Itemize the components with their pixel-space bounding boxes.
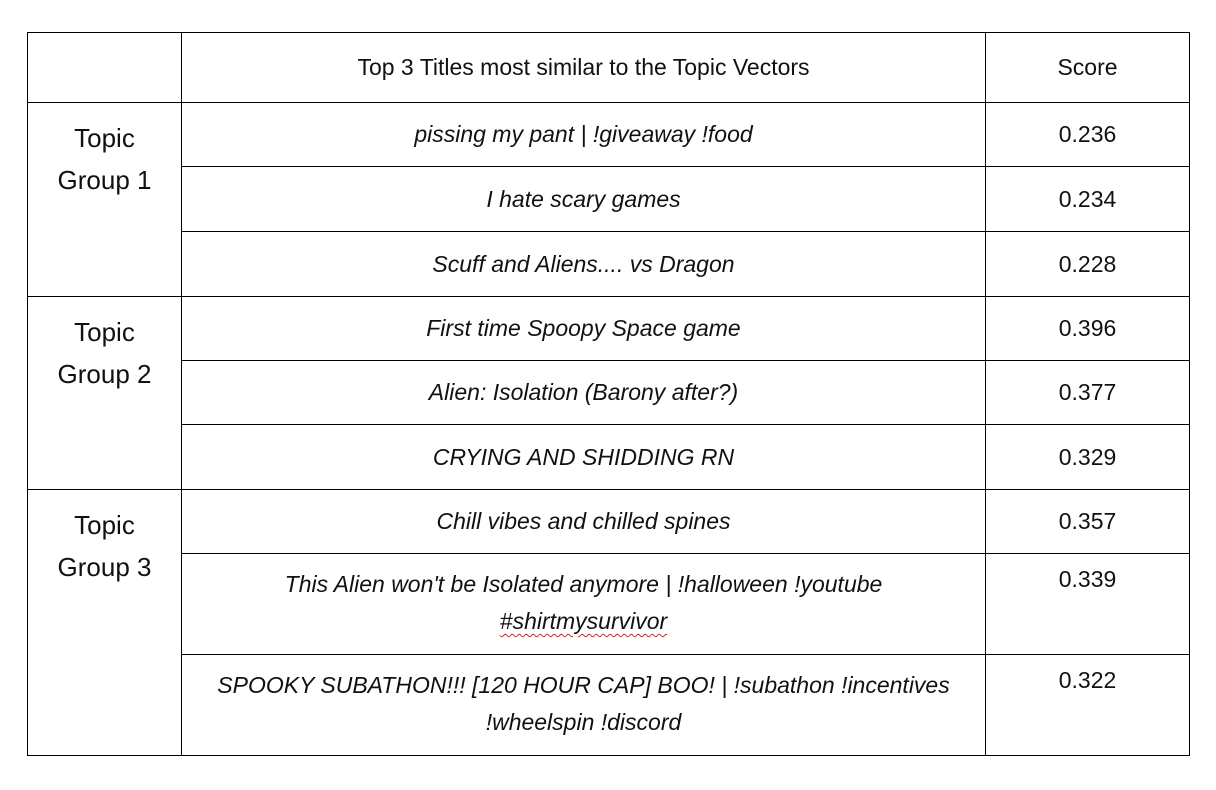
title-cell: CRYING AND SHIDDING RN: [181, 424, 986, 490]
score-cell: 0.339: [985, 553, 1190, 655]
table-row: Topic Group 1 pissing my pant | !giveawa…: [27, 102, 1190, 297]
table-row: CRYING AND SHIDDING RN 0.329: [28, 424, 1190, 490]
score-cell: 0.236: [985, 102, 1190, 167]
score-cell: 0.228: [985, 231, 1190, 297]
table-row: I hate scary games 0.234: [28, 166, 1190, 232]
topic-group-2-label: Topic Group 2: [27, 296, 182, 490]
group-label-line1: Topic: [74, 123, 135, 153]
table-row: Alien: Isolation (Barony after?) 0.377: [28, 360, 1190, 425]
header-title-cell: Top 3 Titles most similar to the Topic V…: [181, 32, 986, 103]
score-cell: 0.234: [985, 166, 1190, 232]
title-line1: This Alien won't be Isolated anymore | !…: [284, 571, 883, 597]
score-cell: 0.357: [985, 489, 1190, 554]
header-score-cell: Score: [985, 32, 1190, 103]
score-cell: 0.322: [985, 654, 1190, 756]
topic-group-3-label: Topic Group 3: [27, 489, 182, 756]
group-label-line2: Group 3: [57, 552, 152, 582]
score-cell: 0.377: [985, 360, 1190, 425]
title-cell: SPOOKY SUBATHON!!! [120 HOUR CAP] BOO! |…: [181, 654, 986, 756]
header-row: Top 3 Titles most similar to the Topic V…: [27, 32, 1190, 103]
title-line2: #shirtmysurvivor: [499, 608, 668, 634]
title-cell: I hate scary games: [181, 166, 986, 232]
table-row: Topic Group 3 Chill vibes and chilled sp…: [27, 489, 1190, 756]
group-label-line2: Group 1: [57, 165, 152, 195]
title-cell: pissing my pant | !giveaway !food: [181, 102, 986, 167]
score-cell: 0.396: [985, 296, 1190, 361]
table-row: Scuff and Aliens.... vs Dragon 0.228: [28, 231, 1190, 297]
table-row: This Alien won't be Isolated anymore | !…: [28, 553, 1190, 655]
title-cell: Alien: Isolation (Barony after?): [181, 360, 986, 425]
group-label-line2: Group 2: [57, 359, 152, 389]
table-row: Topic Group 2 First time Spoopy Space ga…: [27, 296, 1190, 490]
title-cell: First time Spoopy Space game: [181, 296, 986, 361]
title-cell: Scuff and Aliens.... vs Dragon: [181, 231, 986, 297]
title-line2: !wheelspin !discord: [485, 709, 682, 735]
group-label-line1: Topic: [74, 510, 135, 540]
table-row: SPOOKY SUBATHON!!! [120 HOUR CAP] BOO! |…: [28, 654, 1190, 756]
topic-titles-table: Top 3 Titles most similar to the Topic V…: [27, 32, 1190, 756]
score-cell: 0.329: [985, 424, 1190, 490]
title-cell: This Alien won't be Isolated anymore | !…: [181, 553, 986, 655]
topic-group-1-label: Topic Group 1: [27, 102, 182, 297]
title-cell: Chill vibes and chilled spines: [181, 489, 986, 554]
header-group-cell: [27, 32, 182, 103]
title-line1: SPOOKY SUBATHON!!! [120 HOUR CAP] BOO! |…: [217, 672, 950, 698]
group-label-line1: Topic: [74, 317, 135, 347]
